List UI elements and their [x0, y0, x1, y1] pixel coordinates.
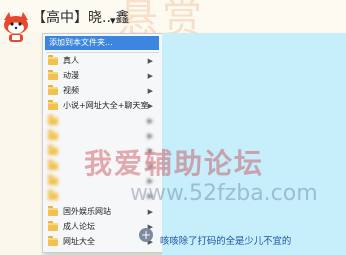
folder-icon [48, 100, 58, 110]
fox-icon [4, 12, 28, 42]
watermark-text: 我爱辅助论坛 [84, 147, 265, 180]
folder-icon [48, 160, 58, 170]
folder-icon [48, 221, 58, 231]
menu-separator [47, 52, 159, 53]
folder-icon [48, 236, 58, 246]
chevron-right-icon: ▶ [147, 132, 153, 140]
folder-icon [48, 190, 58, 200]
folder-icon [48, 115, 58, 125]
watermark-url: www.52fzba.com [130, 181, 318, 206]
menu-folder-label: 成人论坛 [63, 222, 95, 231]
menu-folder-label: 视频 [63, 86, 79, 95]
menu-folder-label: 小说+网址大全+聊天室 [63, 101, 149, 110]
menu-folder-item[interactable]: 动漫 ▶ [45, 69, 159, 83]
chevron-right-icon: ▶ [147, 102, 153, 110]
folder-icon [48, 85, 58, 95]
menu-folder-label: 动漫 [63, 71, 79, 80]
menu-folder-item[interactable]: 视频 ▶ [45, 84, 159, 98]
folder-icon [48, 175, 58, 185]
menu-folder-label: 网址大全 [63, 237, 95, 246]
chevron-right-icon: ▶ [147, 87, 153, 95]
menu-folder-item[interactable]: 国外娱乐网站 ▶ [45, 205, 159, 219]
menu-folder-item[interactable]: ▶ [45, 129, 159, 143]
zoom-icon[interactable]: + [139, 228, 153, 242]
chevron-right-icon: ▶ [147, 117, 153, 125]
chevron-right-icon: ▶ [147, 208, 153, 216]
menu-folder-label: 真人 [63, 56, 79, 65]
folder-icon [48, 145, 58, 155]
chevron-right-icon: ▶ [147, 72, 153, 80]
menu-folder-item[interactable]: 小说+网址大全+聊天室 ▶ [45, 99, 159, 113]
menu-folder-item[interactable]: 真人 ▶ [45, 54, 159, 68]
menu-folder-item[interactable]: ▶ [45, 114, 159, 128]
add-to-folder-item[interactable]: 添加到本文件夹... [45, 36, 159, 50]
menu-folder-label: 国外娱乐网站 [63, 207, 111, 216]
folder-icon [48, 206, 58, 216]
folder-icon [48, 70, 58, 80]
chevron-right-icon: ▶ [147, 57, 153, 65]
caret-icon: ▾ [110, 14, 116, 27]
folder-icon [48, 55, 58, 65]
folder-icon [48, 130, 58, 140]
caption-text: 咳咳除了打码的全是少儿不宜的 [160, 236, 292, 247]
